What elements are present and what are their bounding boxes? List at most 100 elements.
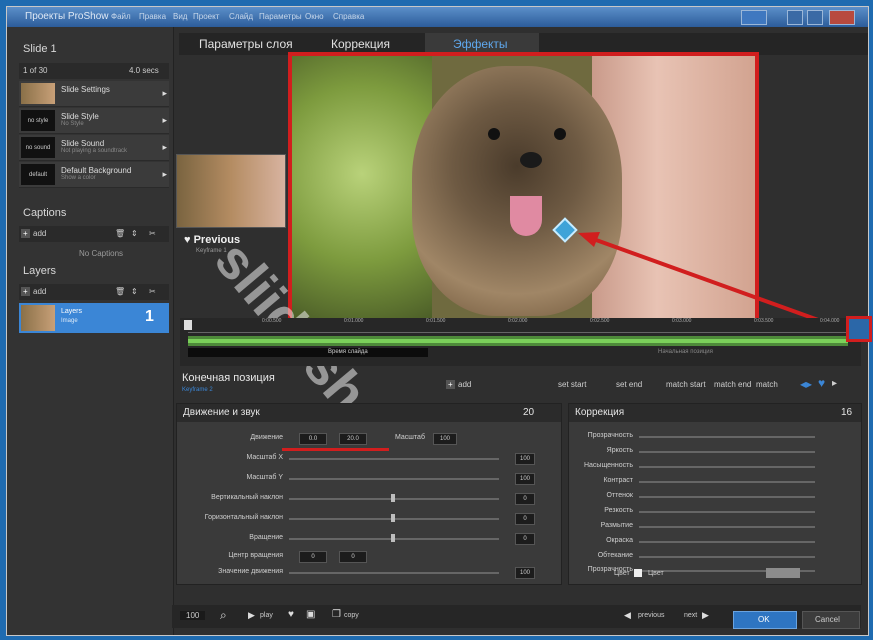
timeline[interactable]: 0:00.500 0:01.000 0:01.500 0:02.000 0:02… [180, 318, 861, 366]
keyframe-start-handle[interactable] [184, 320, 192, 330]
add-caption-label[interactable]: add [33, 229, 46, 238]
match-end-button[interactable]: match end [714, 380, 751, 389]
delete-icon[interactable]: 🗑 [115, 287, 125, 296]
preview-eye [488, 128, 500, 140]
slide-style-item[interactable]: no style Slide Style No Style ▸ [19, 108, 169, 134]
tools-icon[interactable]: ✂ [149, 287, 156, 296]
tab-correction[interactable]: Коррекция [331, 37, 390, 51]
slide-info-bar: 1 of 30 4.0 secs [19, 63, 169, 79]
cancel-button[interactable]: Cancel [802, 611, 860, 629]
menu-item-settings[interactable]: Параметры [259, 12, 302, 21]
slide-sound-label: Slide Sound [61, 139, 105, 148]
previous-label[interactable]: previous [638, 612, 664, 619]
heart-icon[interactable]: ♥ [818, 376, 825, 390]
horizontal-tilt-field[interactable]: 0 [515, 513, 535, 525]
correction-slider[interactable] [639, 451, 815, 453]
search-icon[interactable]: ⌕ [220, 608, 227, 623]
next-arrow-icon[interactable]: ▶ [702, 610, 709, 621]
slider-knob[interactable] [391, 494, 395, 502]
background-item[interactable]: default Default Background Show a color … [19, 162, 169, 188]
scale-y-field[interactable]: 100 [515, 473, 535, 485]
menu-item-help[interactable]: Справка [333, 12, 364, 21]
slider-knob[interactable] [391, 514, 395, 522]
match-button[interactable]: match [756, 380, 778, 389]
help-button[interactable] [741, 10, 767, 25]
next-label[interactable]: next [684, 612, 697, 619]
color-swatch[interactable] [766, 568, 800, 578]
correction-slider[interactable] [639, 511, 815, 513]
add-keyframe-icon[interactable]: + [446, 380, 455, 389]
correction-row: Резкость [569, 505, 633, 519]
correction-slider[interactable] [639, 496, 815, 498]
previous-sub: Keyframe 1 [196, 248, 227, 254]
scale-y-slider[interactable] [289, 478, 499, 480]
zoom-field[interactable]: 100 [180, 611, 206, 620]
layer-preview[interactable] [288, 52, 759, 322]
position-x-field[interactable]: 0.0 [299, 433, 327, 445]
position-y-field[interactable]: 20.0 [339, 433, 367, 445]
rotation-center-y-field[interactable]: 0 [339, 551, 367, 563]
match-start-button[interactable]: match start [666, 380, 706, 389]
keyframe-end-marker[interactable] [846, 316, 872, 342]
previous-arrow-icon[interactable]: ◀ [624, 610, 631, 621]
correction-slider[interactable] [639, 526, 815, 528]
maximize-button[interactable] [807, 10, 823, 25]
rotation-field[interactable]: 0 [515, 533, 535, 545]
slide-sound-item[interactable]: no sound Slide Sound Not playing a sound… [19, 135, 169, 161]
next-keyframe-icon[interactable]: ▸ [832, 378, 837, 389]
tools-icon[interactable]: ✂ [149, 229, 156, 238]
slider-knob[interactable] [391, 534, 395, 542]
heart-icon[interactable]: ♥ [288, 609, 294, 620]
add-keyframe-label[interactable]: add [458, 380, 471, 389]
motion-panel-title: Движение и звук [183, 407, 260, 418]
move-icon[interactable]: ⇕ [131, 287, 138, 296]
timeline-tick: 0:00.500 [262, 318, 282, 324]
correction-row-label: Насыщенность [583, 462, 633, 469]
layer-item[interactable]: Layers Image 1 [19, 303, 169, 333]
minimize-button[interactable] [787, 10, 803, 25]
play-icon[interactable]: ▶ [248, 610, 255, 621]
keyframe-nav-icon[interactable]: ◂▸ [800, 377, 812, 391]
previous-keyframe-thumbnail[interactable] [176, 154, 286, 228]
correction-slider[interactable] [639, 436, 815, 438]
tab-effects[interactable]: Эффекты [453, 37, 508, 51]
motion-amount-slider[interactable] [289, 572, 499, 574]
correction-slider[interactable] [639, 541, 815, 543]
slide-sound-value: Not playing a soundtrack [61, 148, 128, 154]
menu-item-project[interactable]: Проект [193, 12, 219, 21]
motion-amount-field[interactable]: 100 [515, 567, 535, 579]
scale-x-slider[interactable] [289, 458, 499, 460]
tab-layer-settings[interactable]: Параметры слоя [199, 37, 293, 51]
zoom-field[interactable]: 100 [433, 433, 457, 445]
play-label[interactable]: play [260, 612, 273, 619]
copy-icon[interactable]: ❐ [332, 609, 341, 620]
menu-item-file[interactable]: Файл [111, 12, 131, 21]
ok-button[interactable]: OK [733, 611, 797, 629]
motion-row-label: Значение движения [218, 568, 283, 575]
set-start-button[interactable]: set start [558, 380, 586, 389]
menu-item-window[interactable]: Окно [305, 12, 324, 21]
delete-icon[interactable]: 🗑 [115, 229, 125, 238]
correction-slider[interactable] [639, 466, 815, 468]
add-layer-icon[interactable]: + [21, 287, 30, 296]
color-checkbox[interactable] [634, 569, 642, 577]
vertical-tilt-field[interactable]: 0 [515, 493, 535, 505]
slide-sidebar: Slide 1 1 of 30 4.0 secs Slide Settings … [7, 27, 174, 635]
menu-item-view[interactable]: Вид [173, 12, 187, 21]
menu-item-slide[interactable]: Слайд [229, 12, 253, 21]
timeline-ruler [188, 324, 848, 333]
copy-label[interactable]: copy [344, 612, 359, 619]
rotation-center-x-field[interactable]: 0 [299, 551, 327, 563]
add-layer-label[interactable]: add [33, 287, 46, 296]
add-caption-icon[interactable]: + [21, 229, 30, 238]
window-icon[interactable]: ▣ [306, 609, 315, 620]
correction-slider[interactable] [639, 481, 815, 483]
scale-x-field[interactable]: 100 [515, 453, 535, 465]
correction-row: Оттенок [569, 490, 634, 504]
set-end-button[interactable]: set end [616, 380, 642, 389]
slide-settings-item[interactable]: Slide Settings ▸ [19, 81, 169, 107]
correction-slider[interactable] [639, 556, 815, 558]
menu-item-edit[interactable]: Правка [139, 12, 166, 21]
move-icon[interactable]: ⇕ [131, 229, 138, 238]
close-button[interactable] [829, 10, 855, 25]
